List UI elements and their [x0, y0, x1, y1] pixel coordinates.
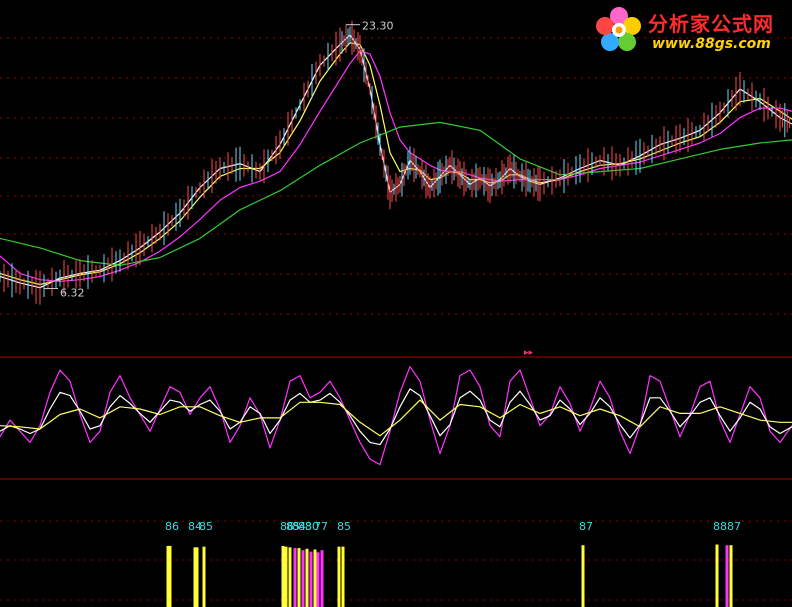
signal-bar [301, 550, 305, 607]
signal-bar-label: 77 [314, 520, 328, 533]
price-series-line-0 [0, 34, 792, 289]
signal-bar [305, 548, 309, 607]
oscillator-panel [0, 366, 792, 466]
stock-chart: ▸▸ 23.306.32 86 8485 868584838077 85 87 88 87 [0, 20, 792, 607]
signal-bar [725, 545, 729, 607]
site-logo: 分析家公式网 www.88gs.com [592, 4, 788, 56]
signal-bar-label: 87 [727, 520, 741, 533]
signal-bar [337, 546, 341, 607]
signal-bar-label: 88 [713, 520, 727, 533]
price-series-line-1 [0, 42, 792, 286]
signal-bar [288, 547, 292, 607]
logo-url: www.88gs.com [652, 36, 771, 52]
signal-bar [341, 546, 345, 607]
signal-bar [313, 549, 317, 607]
signal-bar [195, 547, 199, 607]
signal-bar-label: 86 [165, 520, 179, 533]
signal-panel: 86 8485 868584838077 85 87 88 87 [165, 520, 741, 607]
signal-bar [293, 548, 297, 607]
flower-logo-icon [596, 7, 641, 51]
extreme-label: 6.32 [60, 287, 85, 300]
signal-bar [297, 548, 301, 607]
signal-bar [715, 544, 719, 607]
signal-bar-label: 87 [579, 520, 593, 533]
signal-bar [309, 551, 313, 607]
signal-bar [581, 545, 585, 607]
oscillator-series-line-1 [0, 388, 792, 446]
signal-bar [316, 552, 320, 607]
logo-title: 分析家公式网 [648, 12, 774, 36]
signal-bar-label: 85 [337, 520, 351, 533]
signal-bar [729, 545, 733, 607]
extreme-label: 23.30 [362, 20, 394, 33]
signal-bar-label: 85 [199, 520, 213, 533]
signal-bar [320, 550, 324, 607]
signal-bar [202, 546, 206, 607]
price-panel: 23.30 6.32 [0, 20, 792, 305]
signal-bar [168, 545, 172, 607]
signal-bar [284, 546, 288, 607]
price-series-line-2 [0, 50, 792, 282]
scroll-marker-icon: ▸▸ [524, 348, 534, 358]
signal-bar [281, 545, 285, 607]
grid-lines: ▸▸ [0, 37, 792, 601]
